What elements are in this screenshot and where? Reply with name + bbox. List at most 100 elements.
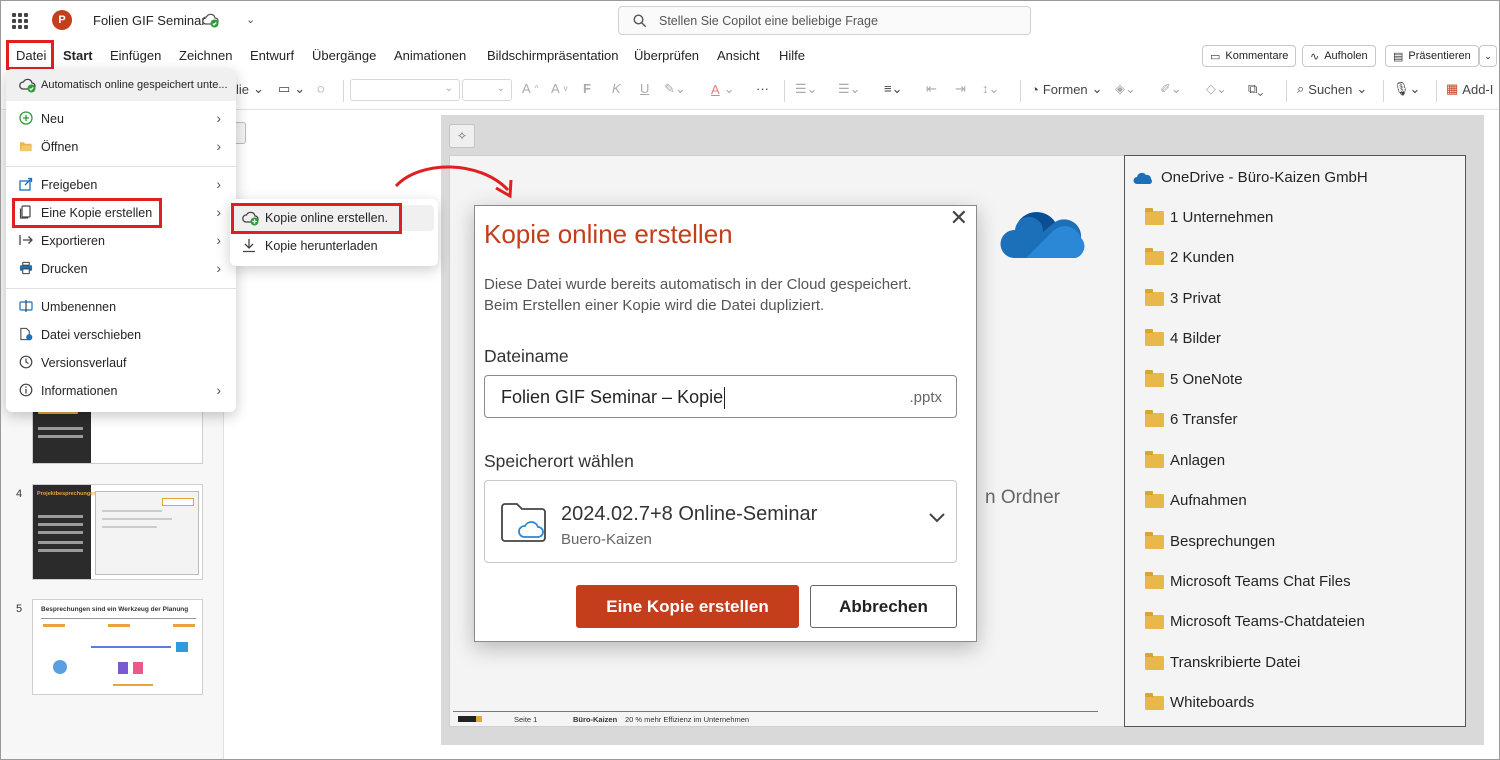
record-button[interactable]: ∿ Aufholen bbox=[1302, 45, 1376, 67]
folder-item[interactable]: 6 Transfer bbox=[1145, 409, 1238, 428]
folder-icon bbox=[1145, 288, 1164, 306]
onedrive-header-label: OneDrive - Büro-Kaizen GmbH bbox=[1161, 169, 1368, 186]
shapes-button[interactable]: ◔ Formen ⌄ bbox=[1031, 81, 1103, 97]
menu-item-neu[interactable]: Neu › bbox=[6, 106, 236, 132]
folder-label: 3 Privat bbox=[1170, 290, 1221, 307]
filename-input[interactable]: Folien GIF Seminar – Kopie .pptx bbox=[484, 375, 957, 418]
autosave-status[interactable]: Automatisch online gespeichert unte... bbox=[6, 69, 236, 101]
arrange-icon[interactable]: ⧉⌄ bbox=[1248, 81, 1263, 97]
designer-icon[interactable]: ✧ bbox=[449, 124, 475, 148]
layout-dropdown[interactable]: lie ⌄ bbox=[236, 81, 264, 97]
shape-fill-icon[interactable]: ◈⌄ bbox=[1115, 81, 1136, 97]
present-more-chevron-icon[interactable]: ⌄ bbox=[1479, 45, 1497, 67]
folder-item[interactable]: Microsoft Teams Chat Files bbox=[1145, 571, 1351, 590]
tab-uebergaenge[interactable]: Übergänge bbox=[312, 48, 376, 63]
slide-thumbnail-5[interactable]: Besprechungen sind ein Werkzeug der Plan… bbox=[32, 599, 203, 695]
copilot-search-input[interactable]: Stellen Sie Copilot eine beliebige Frage bbox=[618, 6, 1031, 35]
menu-item-drucken[interactable]: Drucken › bbox=[6, 256, 236, 282]
onedrive-cloud-icon bbox=[1000, 212, 1085, 258]
menu-item-informationen[interactable]: Informationen › bbox=[6, 378, 236, 404]
tab-start[interactable]: Start bbox=[63, 48, 93, 63]
tab-einfuegen[interactable]: Einfügen bbox=[110, 48, 161, 63]
shape-outline-icon[interactable]: ✐⌄ bbox=[1160, 81, 1182, 97]
addins-button[interactable]: ▦ Add-I bbox=[1446, 81, 1493, 97]
tab-zeichnen[interactable]: Zeichnen bbox=[179, 48, 232, 63]
slide-thumbnail-4[interactable]: Projektbesprechungen bbox=[32, 484, 203, 580]
bold-icon[interactable]: F bbox=[583, 81, 591, 96]
find-button[interactable]: ⌕ Suchen ⌄ bbox=[1297, 81, 1367, 97]
italic-icon[interactable]: K bbox=[612, 81, 621, 96]
folder-icon bbox=[1145, 571, 1164, 589]
present-button[interactable]: ▤ Präsentieren bbox=[1385, 45, 1479, 67]
menu-item-versionsverlauf[interactable]: Versionsverlauf bbox=[6, 350, 236, 376]
highlight-color-icon[interactable]: ✎⌄ bbox=[664, 81, 686, 97]
folder-item[interactable]: Microsoft Teams-Chatdateien bbox=[1145, 611, 1365, 630]
comments-label: Kommentare bbox=[1225, 50, 1289, 62]
decrease-font-icon[interactable]: Av bbox=[551, 81, 568, 96]
menu-divider bbox=[6, 166, 236, 167]
font-family-dropdown[interactable]: ⌄ bbox=[350, 79, 460, 101]
underline-icon[interactable]: U bbox=[640, 81, 649, 96]
location-main: 2024.02.7+8 Online-Seminar bbox=[561, 503, 818, 525]
comments-button[interactable]: ▭ Kommentare bbox=[1202, 45, 1297, 67]
tab-entwurf[interactable]: Entwurf bbox=[250, 48, 294, 63]
location-dropdown[interactable]: 2024.02.7+8 Online-Seminar Buero-Kaizen bbox=[484, 480, 957, 563]
more-format-icon[interactable]: ··· bbox=[756, 81, 769, 96]
folder-label: Transkribierte Datei bbox=[1170, 654, 1301, 671]
onedrive-header[interactable]: OneDrive - Büro-Kaizen GmbH bbox=[1133, 169, 1368, 186]
folder-item[interactable]: Besprechungen bbox=[1145, 531, 1275, 550]
tab-ueberpruefen[interactable]: Überprüfen bbox=[634, 48, 699, 63]
folder-item[interactable]: 4 Bilder bbox=[1145, 328, 1221, 347]
line-spacing-icon[interactable]: ↕⌄ bbox=[982, 81, 999, 97]
add-circle-icon bbox=[19, 111, 33, 125]
menu-item-label: Umbenennen bbox=[41, 300, 117, 314]
increase-font-icon[interactable]: A ^ bbox=[522, 81, 538, 96]
hide-slide-icon[interactable]: ◌ bbox=[317, 81, 325, 96]
title-dropdown-icon[interactable]: ⌄ bbox=[246, 13, 255, 26]
menu-item-label: Exportieren bbox=[41, 234, 105, 248]
menu-item-datei-verschieben[interactable]: Datei verschieben bbox=[6, 322, 236, 348]
folder-icon bbox=[1145, 247, 1164, 265]
tab-bildschirmpraesentation[interactable]: Bildschirmpräsentation bbox=[487, 48, 619, 63]
submenu-item-kopie-herunterladen[interactable]: Kopie herunterladen bbox=[234, 233, 434, 259]
tab-ansicht[interactable]: Ansicht bbox=[717, 48, 760, 63]
folder-item[interactable]: Transkribierte Datei bbox=[1145, 652, 1301, 671]
folder-item[interactable]: Whiteboards bbox=[1145, 692, 1254, 711]
slide-ordner-text: n Ordner bbox=[985, 487, 1060, 508]
increase-indent-icon[interactable]: ⇥ bbox=[955, 81, 966, 97]
menu-item-freigeben[interactable]: Freigeben › bbox=[6, 172, 236, 198]
dictate-microphone-icon[interactable]: 🎙⌄ bbox=[1393, 81, 1420, 97]
thumbnail-screenshot bbox=[95, 491, 199, 575]
numbering-icon[interactable]: ☰⌄ bbox=[838, 81, 861, 97]
folder-item[interactable]: Aufnahmen bbox=[1145, 490, 1247, 509]
app-launcher-icon[interactable] bbox=[12, 13, 28, 29]
font-color-icon[interactable]: A ⌄ bbox=[711, 81, 735, 97]
folder-item[interactable]: Anlagen bbox=[1145, 450, 1225, 469]
tab-animationen[interactable]: Animationen bbox=[394, 48, 466, 63]
menu-item-umbenennen[interactable]: Umbenennen bbox=[6, 294, 236, 320]
folder-item[interactable]: 5 OneNote bbox=[1145, 369, 1243, 388]
cloud-saved-icon bbox=[202, 13, 219, 28]
folder-icon bbox=[1145, 409, 1164, 427]
menu-item-exportieren[interactable]: Exportieren › bbox=[6, 228, 236, 254]
slide-footer-brand: Büro-Kaizen bbox=[573, 715, 618, 724]
close-icon[interactable]: ✕ bbox=[950, 207, 968, 229]
cancel-button[interactable]: Abbrechen bbox=[810, 585, 957, 628]
document-title[interactable]: Folien GIF Seminar bbox=[93, 13, 206, 28]
align-icon[interactable]: ≡⌄ bbox=[884, 81, 902, 97]
create-copy-button[interactable]: Eine Kopie erstellen bbox=[576, 585, 799, 628]
shape-effects-icon[interactable]: ◇⌄ bbox=[1206, 81, 1227, 97]
section-dropdown[interactable]: ▭ ⌄ bbox=[278, 81, 305, 97]
font-size-dropdown[interactable]: ⌄ bbox=[462, 79, 512, 101]
decrease-indent-icon[interactable]: ⇤ bbox=[926, 81, 937, 97]
comment-icon: ▭ bbox=[1210, 50, 1221, 63]
folder-item[interactable]: 1 Unternehmen bbox=[1145, 207, 1273, 226]
chevron-down-icon: ⌄ bbox=[1091, 81, 1103, 96]
download-icon bbox=[243, 239, 255, 253]
folder-item[interactable]: 2 Kunden bbox=[1145, 247, 1234, 266]
section-icon: ▭ bbox=[278, 81, 291, 96]
folder-item[interactable]: 3 Privat bbox=[1145, 288, 1221, 307]
menu-item-oeffnen[interactable]: Öffnen › bbox=[6, 134, 236, 160]
tab-hilfe[interactable]: Hilfe bbox=[779, 48, 805, 63]
bullets-icon[interactable]: ☰⌄ bbox=[795, 81, 818, 97]
